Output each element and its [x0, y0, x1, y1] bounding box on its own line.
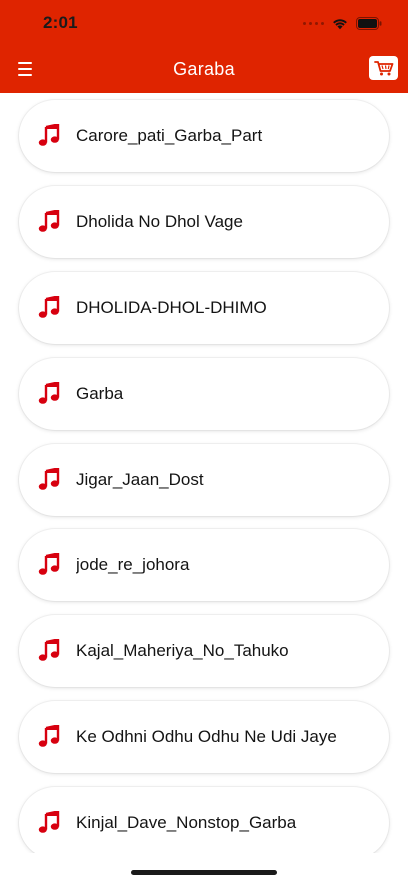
song-item[interactable]: Ke Odhni Odhu Odhu Ne Udi Jaye [19, 701, 389, 773]
song-item[interactable]: Dholida No Dhol Vage [19, 186, 389, 258]
app-bar: 2:01 Garaba [0, 0, 408, 93]
song-item[interactable]: jode_re_johora [19, 529, 389, 601]
status-icons [303, 15, 382, 31]
song-title: Ke Odhni Odhu Odhu Ne Udi Jaye [76, 727, 337, 746]
song-list: Carore_pati_Garba_Part Dholida No Dhol V… [0, 93, 408, 853]
home-indicator[interactable] [131, 870, 277, 875]
music-note-icon [38, 553, 60, 575]
music-note-icon [38, 124, 60, 146]
song-item[interactable]: Kinjal_Dave_Nonstop_Garba [19, 787, 389, 853]
song-item[interactable]: Kajal_Maheriya_No_Tahuko [19, 615, 389, 687]
song-item[interactable]: DHOLIDA-DHOL-DHIMO [19, 272, 389, 344]
shopping-cart-icon [373, 61, 393, 76]
song-item[interactable]: Jigar_Jaan_Dost [19, 444, 389, 516]
app-screen: 2:01 Garaba Carore_pati_Garba_Part Dholi… [0, 0, 408, 883]
status-bar: 2:01 [0, 0, 408, 46]
song-title: jode_re_johora [76, 555, 190, 574]
song-title: Garba [76, 384, 124, 403]
song-item[interactable]: Garba [19, 358, 389, 430]
song-title: Carore_pati_Garba_Part [76, 126, 263, 145]
header: Garaba [0, 46, 408, 93]
music-note-icon [38, 382, 60, 404]
song-item[interactable]: Carore_pati_Garba_Part [19, 100, 389, 172]
song-title: Kajal_Maheriya_No_Tahuko [76, 641, 289, 660]
song-title: Kinjal_Dave_Nonstop_Garba [76, 813, 297, 832]
music-note-icon [38, 639, 60, 661]
music-note-icon [38, 811, 60, 833]
music-note-icon [38, 296, 60, 318]
music-note-icon [38, 468, 60, 490]
signal-icon [303, 21, 324, 25]
song-title: Jigar_Jaan_Dost [76, 470, 204, 489]
page-title: Garaba [173, 59, 235, 79]
status-time: 2:01 [43, 13, 78, 32]
song-title: DHOLIDA-DHOL-DHIMO [76, 298, 267, 317]
music-note-icon [38, 725, 60, 747]
battery-icon [356, 16, 382, 30]
song-title: Dholida No Dhol Vage [76, 212, 243, 231]
cart-button[interactable] [369, 56, 398, 80]
wifi-icon [333, 19, 347, 30]
music-note-icon [38, 210, 60, 232]
